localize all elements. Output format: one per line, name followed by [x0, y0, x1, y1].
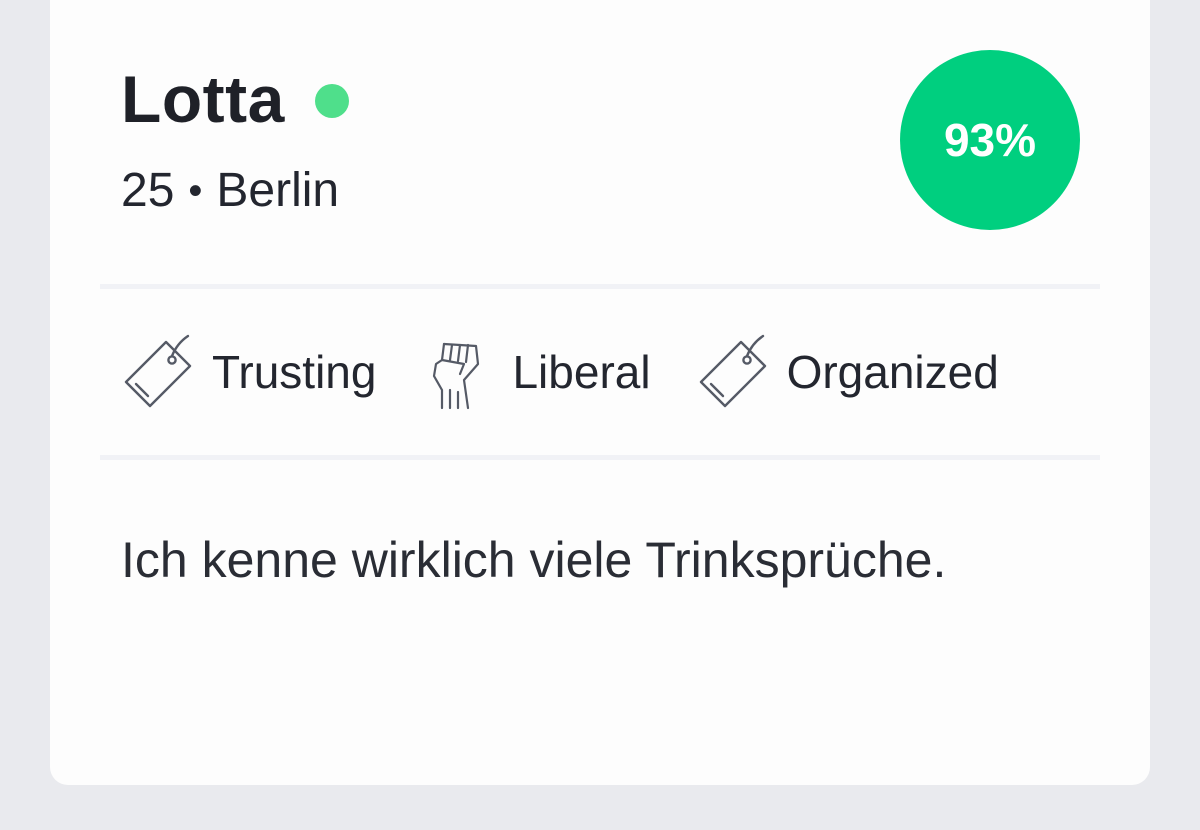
divider	[100, 284, 1100, 289]
trait-label: Trusting	[212, 346, 377, 398]
meta-separator: •	[188, 169, 203, 213]
profile-bio: Ich kenne wirklich viele Trinksprüche.	[121, 532, 947, 588]
trait-liberal: Liberal	[420, 334, 651, 410]
profile-card: Lotta 25 • Berlin 93% Trusting Liberal O…	[50, 0, 1150, 785]
profile-city: Berlin	[216, 164, 340, 217]
tag-icon	[120, 334, 196, 410]
trait-organized: Organized	[695, 334, 999, 410]
profile-name: Lotta	[121, 62, 285, 136]
trait-label: Organized	[786, 346, 999, 398]
tag-icon	[695, 334, 771, 410]
match-percentage-value: 93%	[943, 114, 1037, 166]
profile-meta: 25 • Berlin	[121, 167, 339, 215]
online-status-indicator	[314, 84, 349, 118]
divider	[100, 455, 1100, 460]
trait-list: Trusting Liberal Organized	[120, 334, 1043, 410]
match-percentage-badge: 93%	[900, 50, 1080, 230]
profile-age: 25	[121, 164, 175, 217]
trait-label: Liberal	[512, 346, 651, 398]
trait-trusting: Trusting	[120, 334, 376, 410]
name-row: Lotta	[121, 66, 349, 132]
raised-fist-icon	[420, 334, 496, 410]
